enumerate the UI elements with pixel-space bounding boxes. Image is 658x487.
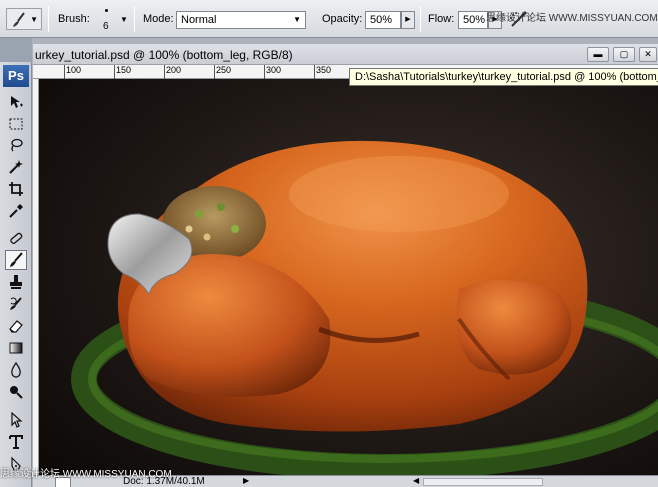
healing-brush-tool[interactable] xyxy=(5,228,27,248)
options-bar: ▼ Brush: 6 ▼ Mode: Normal ▼ Opacity: 50%… xyxy=(0,0,658,38)
crop-tool-icon xyxy=(9,182,23,196)
chevron-down-icon: ▼ xyxy=(30,15,38,24)
eyedropper-tool[interactable] xyxy=(5,201,27,221)
lasso-tool-icon xyxy=(11,138,23,152)
status-menu-arrow-icon[interactable]: ▶ xyxy=(243,476,249,485)
eraser-tool[interactable] xyxy=(5,316,27,336)
stuffing-pea xyxy=(217,203,225,211)
mode-select[interactable]: Normal ▼ xyxy=(176,11,306,29)
watermark-text: 思缘设计论坛 WWW.MISSYUAN.COM xyxy=(486,13,658,24)
tool-preset-picker[interactable]: ▼ xyxy=(6,8,42,30)
ruler-tick: 100 xyxy=(66,65,82,75)
flow-value: 50% xyxy=(463,14,486,26)
crop-tool[interactable] xyxy=(5,179,27,199)
chevron-down-icon: ▼ xyxy=(120,15,128,24)
marquee-tool[interactable] xyxy=(5,114,27,134)
document-window: urkey_tutorial.psd @ 100% (bottom_leg, R… xyxy=(33,44,658,487)
ruler-tick: 350 xyxy=(316,65,332,75)
lasso-tool[interactable] xyxy=(5,135,27,155)
brush-label: Brush: xyxy=(58,13,90,25)
opacity-slider-button[interactable]: ▶ xyxy=(401,11,415,29)
healing-brush-tool-icon xyxy=(10,232,23,244)
divider xyxy=(420,6,421,32)
gradient-tool-icon xyxy=(9,342,23,354)
flow-input[interactable]: 50% xyxy=(458,11,488,29)
ruler-tick-mark xyxy=(314,65,315,79)
stuffing-pea xyxy=(231,225,239,233)
gradient-tool[interactable] xyxy=(5,338,27,358)
clone-stamp-tool-icon xyxy=(10,275,22,289)
brush-tool-icon xyxy=(10,252,23,267)
move-tool[interactable] xyxy=(5,92,27,112)
type-tool[interactable] xyxy=(5,432,27,452)
ruler-tick-mark xyxy=(264,65,265,79)
maximize-icon: ▢ xyxy=(619,49,629,59)
mode-label: Mode: xyxy=(143,13,174,25)
brush-size: 6 xyxy=(103,21,109,32)
watermark-text-bottom: 思缘设计论坛 WWW.MISSYUAN.COM xyxy=(0,469,172,480)
canvas[interactable] xyxy=(39,79,658,475)
opacity-value: 50% xyxy=(370,14,393,26)
move-tool-icon xyxy=(11,96,23,108)
panel-grip[interactable] xyxy=(0,38,32,62)
opacity-label: Opacity: xyxy=(322,13,363,25)
stuffing-pea xyxy=(195,210,203,218)
brush-picker[interactable]: 6 ▼ xyxy=(96,6,130,34)
document-title: urkey_tutorial.psd @ 100% (bottom_leg, R… xyxy=(35,48,293,62)
scroll-left-icon[interactable]: ◀ xyxy=(413,476,419,485)
brush-tip-icon xyxy=(105,9,108,12)
brush-tool[interactable] xyxy=(5,250,27,270)
magic-wand-tool[interactable] xyxy=(5,157,27,177)
chevron-down-icon: ▼ xyxy=(293,15,301,24)
minimize-button[interactable]: ▬ xyxy=(587,47,609,62)
eyedropper-tool-icon xyxy=(9,204,23,218)
blur-tool-icon xyxy=(11,362,21,378)
mode-value: Normal xyxy=(181,14,217,26)
path-tooltip: D:\Sasha\Tutorials\turkey\turkey_tutoria… xyxy=(349,68,658,86)
minimize-icon: ▬ xyxy=(593,49,603,59)
ruler-tick: 200 xyxy=(166,65,182,75)
flow-label: Flow: xyxy=(428,13,455,25)
close-icon: ✕ xyxy=(644,49,652,59)
ruler-tick-mark xyxy=(164,65,165,79)
photoshop-logo: Ps xyxy=(3,65,29,87)
history-brush-tool-icon xyxy=(10,297,22,310)
brush-preset-icon xyxy=(13,12,25,27)
horizontal-scrollbar[interactable] xyxy=(423,478,543,486)
ruler-tick-mark xyxy=(64,65,65,79)
dodge-tool[interactable] xyxy=(5,382,27,402)
right-leg xyxy=(456,280,572,375)
photoshop-window: ▼ Brush: 6 ▼ Mode: Normal ▼ Opacity: 50%… xyxy=(0,0,658,487)
opacity-input[interactable]: 50% xyxy=(365,11,401,29)
magic-wand-tool-icon xyxy=(9,160,23,174)
divider xyxy=(134,6,135,32)
marquee-tool-icon xyxy=(9,118,23,130)
ruler-tick: 300 xyxy=(266,65,282,75)
skin-highlight xyxy=(289,156,509,232)
stuffing-crumb xyxy=(185,225,193,233)
blur-tool[interactable] xyxy=(5,360,27,380)
close-button[interactable]: ✕ xyxy=(639,47,657,62)
maximize-button[interactable]: ▢ xyxy=(613,47,635,62)
dodge-tool-icon xyxy=(10,386,23,399)
ruler-tick-mark xyxy=(114,65,115,79)
type-tool-icon xyxy=(9,435,23,449)
eraser-tool-icon xyxy=(9,320,23,333)
stuffing-crumb xyxy=(203,233,211,241)
divider xyxy=(48,6,49,32)
turkey-painting xyxy=(39,79,658,475)
path-selection-tool-icon xyxy=(11,412,23,428)
path-selection-tool[interactable] xyxy=(5,410,27,430)
clone-stamp-tool[interactable] xyxy=(5,272,27,292)
ruler-tick: 250 xyxy=(216,65,232,75)
ruler-tick-mark xyxy=(214,65,215,79)
document-titlebar[interactable]: urkey_tutorial.psd @ 100% (bottom_leg, R… xyxy=(33,44,658,65)
history-brush-tool[interactable] xyxy=(5,294,27,314)
tools-panel: Ps xyxy=(0,38,32,487)
ruler-tick: 150 xyxy=(116,65,132,75)
